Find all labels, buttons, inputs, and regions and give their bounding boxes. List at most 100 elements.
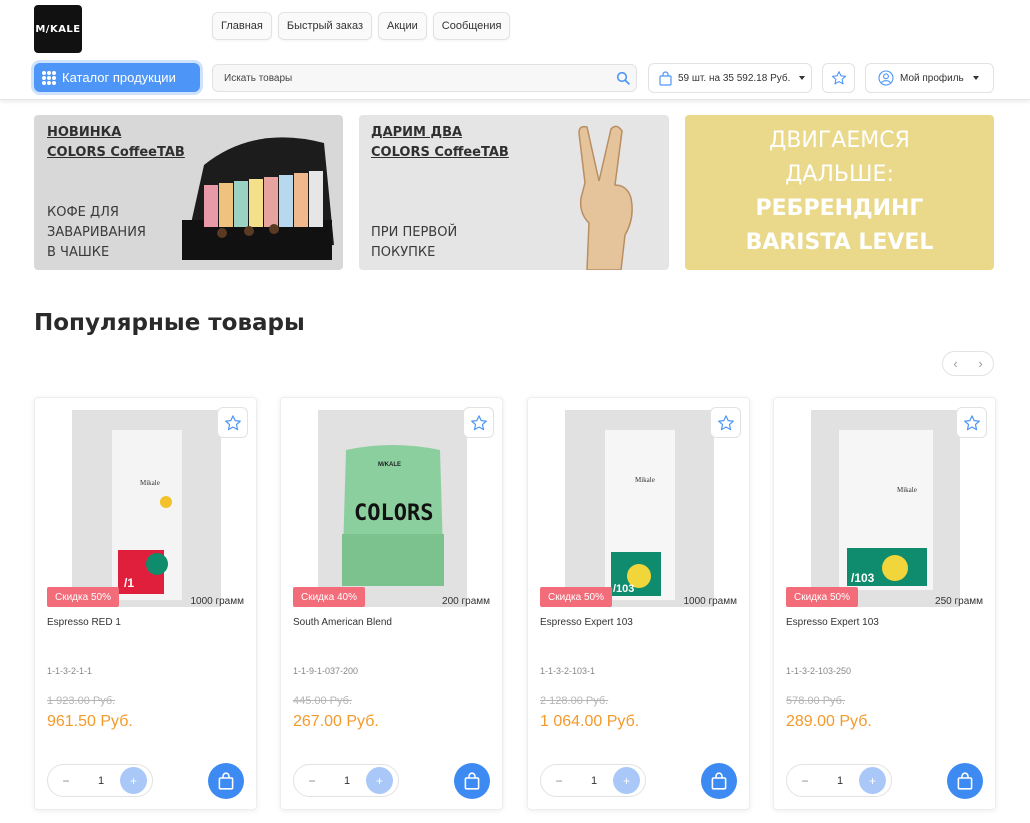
increment-button[interactable]: + (859, 767, 886, 794)
favorites-button[interactable] (822, 63, 855, 93)
favorite-button[interactable] (217, 407, 248, 438)
banner-subtitle: ЗАВАРИВАНИЯ (47, 225, 146, 240)
decrement-button[interactable]: − (294, 774, 330, 788)
bag-label-text: /1 (124, 576, 134, 590)
victory-hand-image (578, 125, 633, 270)
slider-navigation: ‹ › (942, 351, 994, 376)
old-price: 1 923.00 Руб. (47, 695, 116, 707)
increment-button[interactable]: + (120, 767, 147, 794)
nav-promotions[interactable]: Акции (378, 12, 427, 40)
banner-title: НОВИНКА (47, 125, 122, 140)
search-placeholder: Искать товары (224, 72, 293, 84)
nav-messages[interactable]: Сообщения (432, 12, 511, 40)
product-weight: 1000 грамм (190, 596, 244, 607)
increment-button[interactable]: + (613, 767, 640, 794)
add-to-cart-button[interactable] (208, 763, 244, 799)
product-weight: 1000 грамм (683, 596, 737, 607)
coffee-bag-colors-image: M/KALE COLORS (342, 445, 444, 586)
product-weight: 250 грамм (935, 596, 983, 607)
product-name[interactable]: Espresso Expert 103 (786, 617, 879, 628)
coffee-bag-expert-small-image: Mikale /103 (839, 430, 933, 590)
quantity-stepper: − 1 + (540, 764, 646, 797)
bag-brand-text: M/KALE (378, 462, 401, 468)
product-name[interactable]: South American Blend (293, 617, 392, 628)
chevron-left-icon[interactable]: ‹ (953, 356, 957, 371)
quantity-value[interactable]: 1 (577, 775, 611, 787)
banner-rebranding[interactable]: ДВИГАЕМСЯ ДАЛЬШЕ: РЕБРЕНДИНГ BARISTA LEV… (685, 115, 994, 270)
add-to-cart-button[interactable] (947, 763, 983, 799)
banner-subtitle: КОФЕ ДЛЯ (47, 205, 119, 220)
product-sku: 1-1-3-2-1-1 (47, 666, 93, 676)
increment-button[interactable]: + (366, 767, 393, 794)
bag-brand-text: Mikale (140, 479, 160, 487)
favorite-button[interactable] (710, 407, 741, 438)
nav-home[interactable]: Главная (212, 12, 272, 40)
add-to-cart-button[interactable] (701, 763, 737, 799)
coffee-bag-red-image: Mikale /1 (112, 430, 182, 600)
bag-label-text: /103 (851, 571, 875, 585)
decrement-button[interactable]: − (787, 774, 823, 788)
old-price: 2 128.00 Руб. (540, 695, 609, 707)
cart-summary-button[interactable]: 59 шт. на 35 592.18 Руб. (648, 63, 812, 93)
product-name[interactable]: Espresso RED 1 (47, 617, 121, 628)
profile-button[interactable]: Мой профиль (865, 63, 994, 93)
banner-title: COLORS CoffeeTAB (371, 145, 509, 160)
quantity-value[interactable]: 1 (823, 775, 857, 787)
star-icon (717, 414, 734, 430)
product-image[interactable]: Mikale /103 (811, 410, 960, 607)
star-icon (963, 414, 980, 430)
section-title: Популярные товары (34, 310, 305, 336)
bag-brand-text: Mikale (897, 486, 917, 494)
star-icon (831, 71, 846, 85)
search-icon[interactable] (616, 71, 630, 85)
banner-coffeetab-new[interactable]: НОВИНКА COLORS CoffeeTAB КОФЕ ДЛЯ ЗАВАРИ… (34, 115, 343, 270)
discount-badge: Скидка 50% (786, 587, 858, 607)
banner-coffeetab-gift[interactable]: ДАРИМ ДВА COLORS CoffeeTAB ПРИ ПЕРВОЙ ПО… (359, 115, 669, 270)
nav-quick-order[interactable]: Быстрый заказ (277, 12, 373, 40)
product-card[interactable]: Mikale /103 Скидка 50% 250 грамм Espress… (773, 397, 996, 810)
quantity-value[interactable]: 1 (330, 775, 364, 787)
discount-badge: Скидка 50% (540, 587, 612, 607)
product-weight: 200 грамм (442, 596, 490, 607)
product-name[interactable]: Espresso Expert 103 (540, 617, 633, 628)
user-icon (878, 70, 894, 86)
banner-title: COLORS CoffeeTAB (47, 145, 185, 160)
site-header: M/KALE Главная Быстрый заказ Акции Сообщ… (0, 0, 1030, 100)
decrement-button[interactable]: − (541, 774, 577, 788)
product-card[interactable]: M/KALE COLORS Скидка 40% 200 грамм South… (280, 397, 503, 810)
favorite-button[interactable] (956, 407, 987, 438)
quantity-stepper: − 1 + (47, 764, 153, 797)
banner-line: ДАЛЬШЕ: (785, 162, 894, 187)
coffeetab-display-box-image (182, 137, 334, 260)
decrement-button[interactable]: − (48, 774, 84, 788)
bag-label-text: COLORS (354, 501, 433, 526)
coffee-bag-expert-image: Mikale /103 (605, 430, 675, 600)
product-card[interactable]: Mikale /1 Скидка 50% 1000 грамм Espresso… (34, 397, 257, 810)
shopping-bag-icon (464, 772, 480, 790)
quantity-value[interactable]: 1 (84, 775, 118, 787)
product-sku: 1-1-3-2-103-1 (540, 666, 596, 676)
catalog-label: Каталог продукции (62, 70, 176, 85)
chevron-right-icon[interactable]: › (978, 356, 982, 371)
search-input[interactable]: Искать товары (212, 64, 637, 92)
grid-icon (42, 70, 56, 85)
product-image[interactable]: M/KALE COLORS (318, 410, 467, 607)
top-navigation: Главная Быстрый заказ Акции Сообщения (212, 12, 511, 40)
product-image[interactable]: Mikale /1 (72, 410, 221, 607)
product-sku: 1-1-9-1-037-200 (293, 666, 359, 676)
shopping-bag-icon (218, 772, 234, 790)
star-icon (470, 414, 487, 430)
product-card[interactable]: Mikale /103 Скидка 50% 1000 грамм Espres… (527, 397, 750, 810)
shopping-bag-icon (957, 772, 973, 790)
quantity-stepper: − 1 + (293, 764, 399, 797)
price: 961.50 Руб. (47, 713, 133, 730)
banner-line: РЕБРЕНДИНГ (755, 196, 924, 221)
shopping-bag-icon (711, 772, 727, 790)
bag-label-text: /103 (613, 583, 634, 595)
catalog-button[interactable]: Каталог продукции (34, 63, 200, 92)
favorite-button[interactable] (463, 407, 494, 438)
add-to-cart-button[interactable] (454, 763, 490, 799)
bag-brand-text: Mikale (635, 476, 655, 484)
logo[interactable]: M/KALE (34, 5, 82, 53)
product-image[interactable]: Mikale /103 (565, 410, 714, 607)
